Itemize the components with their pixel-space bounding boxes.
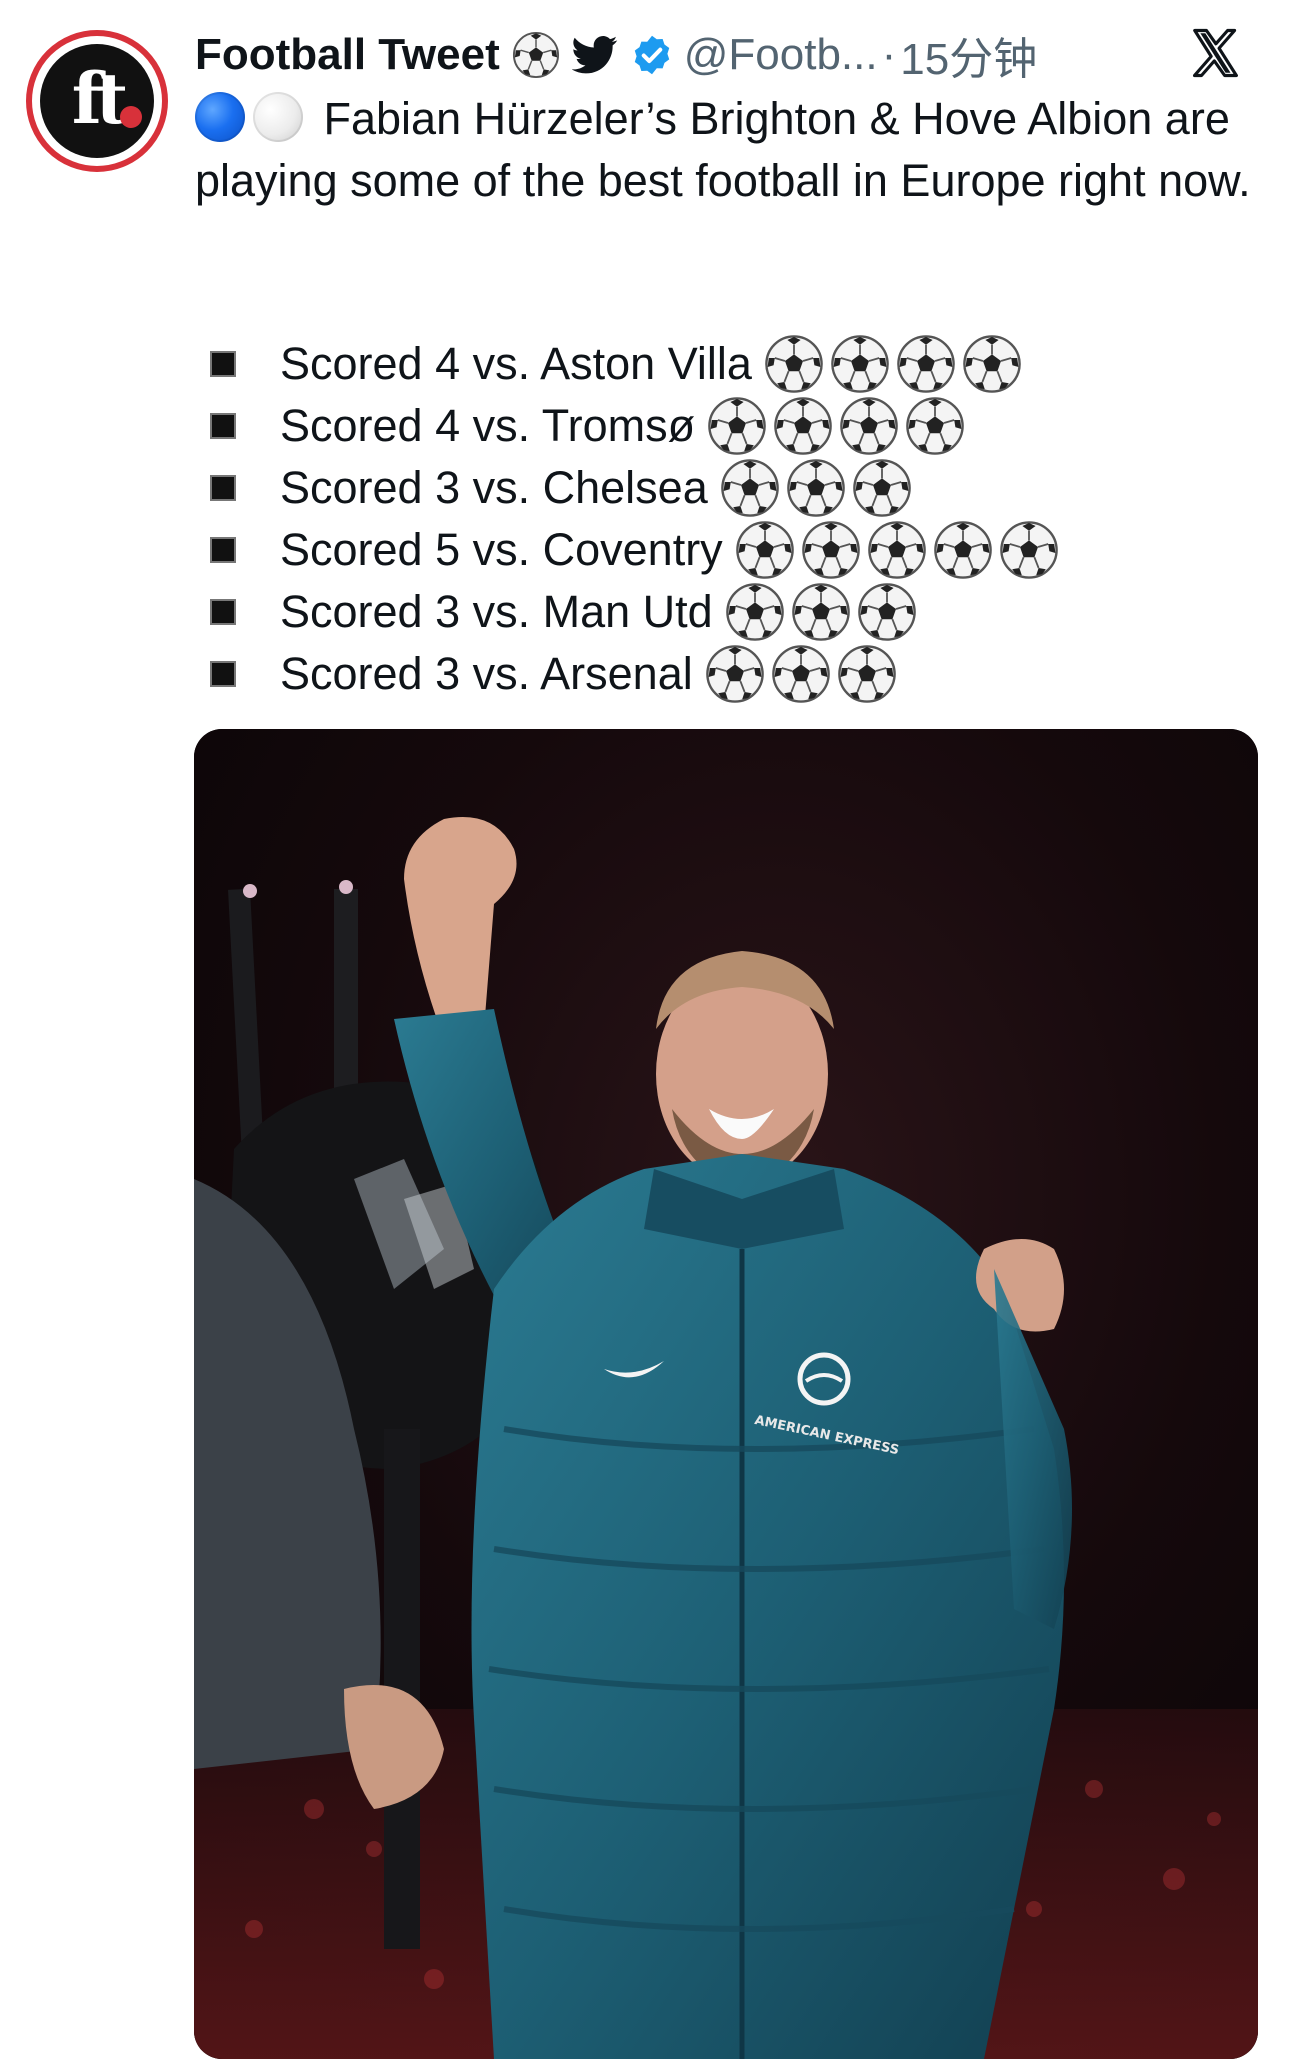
stat-text: Scored 5 vs. Coventry <box>280 524 723 575</box>
soccer-ball-icon <box>764 334 824 394</box>
list-item: Scored 3 vs. Chelsea <box>210 457 1059 519</box>
photo-illustration: AMERICAN EXPRESS <box>194 729 1258 2059</box>
ball-row <box>720 458 912 518</box>
avatar-ball-icon <box>120 106 142 128</box>
soccer-ball-icon <box>933 520 993 580</box>
ball-row <box>707 396 965 456</box>
black-square-icon <box>210 475 236 501</box>
soccer-ball-icon <box>801 520 861 580</box>
soccer-ball-icon <box>839 396 899 456</box>
verified-badge-icon <box>630 33 674 77</box>
ball-row <box>764 334 1022 394</box>
list-item: Scored 3 vs. Man Utd <box>210 581 1059 643</box>
black-square-icon <box>210 351 236 377</box>
author-avatar[interactable]: ft <box>26 30 168 172</box>
tweet-text: Fabian Hürzeler’s Brighton & Hove Albion… <box>195 88 1255 212</box>
soccer-ball-icon <box>707 396 767 456</box>
soccer-ball-icon <box>791 582 851 642</box>
post-time[interactable]: 15分钟 <box>900 23 1037 87</box>
soccer-ball-icon <box>773 396 833 456</box>
stat-text: Scored 4 vs. Tromsø <box>280 400 696 451</box>
ball-row <box>735 520 1059 580</box>
list-item: Scored 4 vs. Aston Villa <box>210 333 1059 395</box>
ball-row <box>725 582 917 642</box>
soccer-ball-icon <box>771 644 831 704</box>
black-square-icon <box>210 661 236 687</box>
ball-row <box>705 644 897 704</box>
soccer-ball-icon <box>857 582 917 642</box>
avatar-logo-text: ft <box>71 56 129 140</box>
avatar-logo: ft <box>40 44 154 158</box>
black-square-icon <box>210 599 236 625</box>
twitter-bird-icon <box>571 35 618 75</box>
soccer-ball-icon <box>705 644 765 704</box>
tweet-header: Football Tweet @Footb... · 15分钟 <box>195 22 1037 88</box>
soccer-ball-icon <box>999 520 1059 580</box>
black-square-icon <box>210 413 236 439</box>
white-circle-icon <box>253 92 303 142</box>
soccer-ball-icon <box>837 644 897 704</box>
author-handle[interactable]: @Footb... <box>684 30 878 80</box>
soccer-ball-icon <box>512 31 560 79</box>
x-logo-icon[interactable] <box>1188 26 1242 80</box>
soccer-ball-icon <box>830 334 890 394</box>
author-name[interactable]: Football Tweet <box>195 30 500 80</box>
tweet-text-main: Fabian Hürzeler’s Brighton & Hove Albion… <box>195 93 1251 206</box>
soccer-ball-icon <box>852 458 912 518</box>
soccer-ball-icon <box>962 334 1022 394</box>
black-square-icon <box>210 537 236 563</box>
soccer-ball-icon <box>725 582 785 642</box>
soccer-ball-icon <box>720 458 780 518</box>
stats-list: Scored 4 vs. Aston Villa Scored 4 vs. Tr… <box>210 333 1059 705</box>
stat-text: Scored 3 vs. Arsenal <box>280 648 693 699</box>
stat-text: Scored 4 vs. Aston Villa <box>280 338 752 389</box>
soccer-ball-icon <box>896 334 956 394</box>
list-item: Scored 4 vs. Tromsø <box>210 395 1059 457</box>
tweet-photo[interactable]: AMERICAN EXPRESS <box>194 729 1258 2059</box>
stat-text: Scored 3 vs. Man Utd <box>280 586 713 637</box>
soccer-ball-icon <box>867 520 927 580</box>
soccer-ball-icon <box>905 396 965 456</box>
list-item: Scored 3 vs. Arsenal <box>210 643 1059 705</box>
stat-text: Scored 3 vs. Chelsea <box>280 462 708 513</box>
soccer-ball-icon <box>735 520 795 580</box>
separator-dot: · <box>881 30 897 79</box>
soccer-ball-icon <box>786 458 846 518</box>
blue-circle-icon <box>195 92 245 142</box>
list-item: Scored 5 vs. Coventry <box>210 519 1059 581</box>
tweet-card[interactable]: ft Football Tweet @Footb... · 15分钟 Fabia… <box>0 0 1290 2068</box>
